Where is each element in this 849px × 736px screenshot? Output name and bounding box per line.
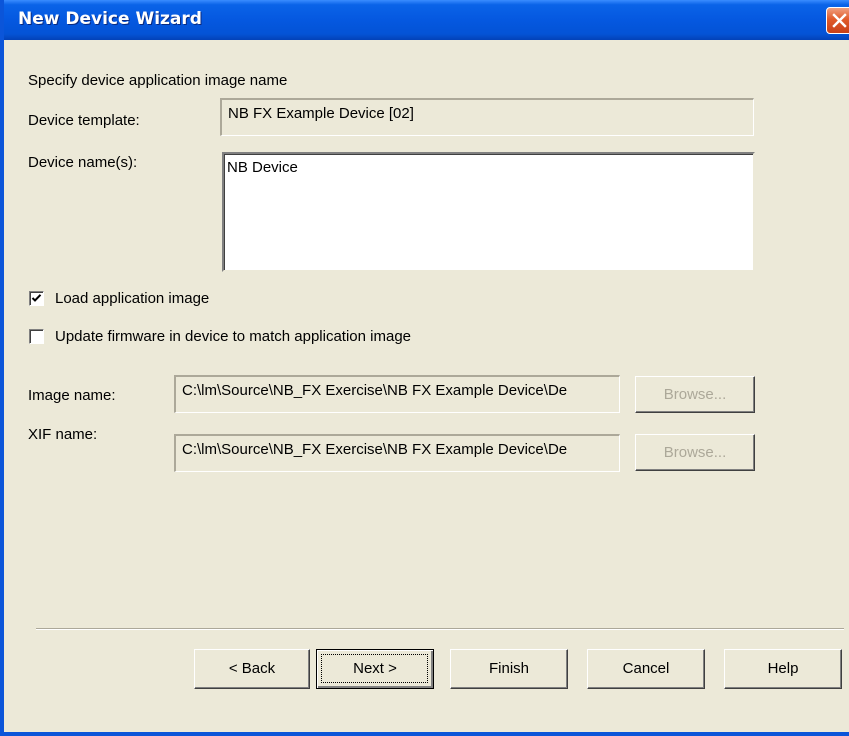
title-bar[interactable]: New Device Wizard xyxy=(4,0,849,40)
back-button[interactable]: < Back xyxy=(194,649,310,689)
device-names-input[interactable]: NB Device xyxy=(222,152,755,272)
xif-name-field: C:\lm\Source\NB_FX Exercise\NB FX Exampl… xyxy=(174,434,620,472)
load-image-label[interactable]: Load application image xyxy=(55,290,209,307)
update-firmware-label[interactable]: Update firmware in device to match appli… xyxy=(55,328,411,345)
help-button[interactable]: Help xyxy=(724,649,842,689)
button-separator xyxy=(36,628,844,630)
close-button[interactable] xyxy=(826,7,849,34)
page-heading: Specify device application image name xyxy=(28,72,288,89)
wizard-dialog: New Device Wizard Specify device applica… xyxy=(0,0,849,736)
xif-name-label: XIF name: xyxy=(28,426,98,443)
image-name-label: Image name: xyxy=(28,387,116,404)
close-icon xyxy=(832,13,847,28)
cancel-button[interactable]: Cancel xyxy=(587,649,705,689)
load-image-checkbox[interactable] xyxy=(29,291,44,306)
device-names-value: NB Device xyxy=(227,159,298,176)
window-title: New Device Wizard xyxy=(18,9,202,29)
device-names-label: Device name(s): xyxy=(28,154,138,171)
update-firmware-checkbox[interactable] xyxy=(29,329,44,344)
image-name-field: C:\lm\Source\NB_FX Exercise\NB FX Exampl… xyxy=(174,375,620,413)
checkmark-icon xyxy=(31,294,42,302)
image-browse-button[interactable]: Browse... xyxy=(635,376,755,413)
xif-browse-button[interactable]: Browse... xyxy=(635,434,755,471)
next-button[interactable]: Next > xyxy=(316,649,434,689)
next-button-label: Next > xyxy=(353,660,397,677)
finish-button[interactable]: Finish xyxy=(450,649,568,689)
device-template-label: Device template: xyxy=(28,112,140,129)
device-template-field: NB FX Example Device [02] xyxy=(220,98,754,136)
